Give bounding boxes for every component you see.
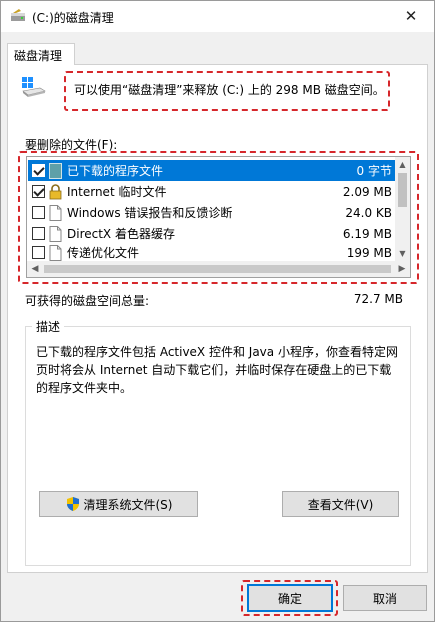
total-space-label: 可获得的磁盘空间总量: [25, 294, 150, 308]
item-checkbox[interactable] [32, 227, 45, 240]
list-item[interactable]: Internet 临时文件 2.09 MB [28, 181, 396, 202]
file-icon [49, 204, 62, 221]
program-folder-icon [49, 162, 62, 179]
description-line: 页时将会从 Internet 自动下载它们，并临时保存在硬盘上的已下载 [36, 363, 392, 377]
file-icon [49, 244, 62, 261]
description-legend: 描述 [32, 318, 65, 335]
scroll-down-icon[interactable]: ▼ [395, 246, 410, 261]
file-icon [49, 225, 62, 242]
item-name: Internet 临时文件 [67, 185, 167, 199]
scroll-right-icon[interactable]: ▶ [394, 261, 410, 277]
description-text: 已下载的程序文件包括 ActiveX 控件和 Java 小程序，你查看特定网 页… [36, 343, 406, 397]
title-bar: (C:)的磁盘清理 ✕ [1, 1, 434, 32]
view-files-label: 查看文件(V) [307, 497, 374, 512]
list-item[interactable]: Windows 错误报告和反馈诊断 24.0 KB [28, 202, 396, 223]
scroll-left-icon[interactable]: ◀ [27, 261, 43, 277]
shield-icon [66, 497, 79, 511]
close-button[interactable]: ✕ [394, 1, 428, 31]
disk-cleanup-window: (C:)的磁盘清理 ✕ 磁盘清理 可以使用“磁盘清理”来释放 (C:) 上的 2… [0, 0, 435, 622]
list-item[interactable]: DirectX 着色器缓存 6.19 MB [28, 223, 396, 244]
description-line: 的程序文件夹中。 [36, 381, 133, 395]
horizontal-scrollbar[interactable]: ◀ ▶ [27, 261, 410, 277]
horizontal-scroll-thumb[interactable] [44, 265, 391, 273]
item-name: 传递优化文件 [67, 246, 140, 260]
drive-icon [22, 77, 46, 97]
files-to-delete-list[interactable]: 已下载的程序文件 0 字节 Internet 临时文件 2.09 MB Wind… [26, 156, 411, 278]
item-size: 0 字节 [356, 164, 392, 178]
vertical-scroll-thumb[interactable] [398, 173, 407, 207]
close-icon: ✕ [404, 7, 418, 25]
list-item[interactable]: 已下载的程序文件 0 字节 [28, 160, 396, 181]
item-checkbox[interactable] [32, 206, 45, 219]
item-name: DirectX 着色器缓存 [67, 227, 175, 241]
item-size: 2.09 MB [342, 184, 392, 199]
item-name: 已下载的程序文件 [67, 164, 164, 178]
scroll-up-icon[interactable]: ▲ [395, 157, 410, 172]
description-line: 已下载的程序文件包括 ActiveX 控件和 Java 小程序，你查看特定网 [36, 345, 398, 359]
vertical-scrollbar[interactable]: ▲ ▼ [395, 157, 410, 261]
item-size: 24.0 KB [345, 205, 392, 220]
item-checkbox[interactable] [32, 246, 45, 259]
free-space-info: 可以使用“磁盘清理”来释放 (C:) 上的 298 MB 磁盘空间。 [74, 83, 385, 97]
item-checkbox[interactable] [32, 185, 45, 198]
cancel-label: 取消 [372, 591, 397, 606]
view-files-button[interactable]: 查看文件(V) [282, 491, 399, 517]
window-title: (C:)的磁盘清理 [32, 11, 114, 25]
item-size: 199 MB [346, 245, 392, 260]
item-size: 6.19 MB [342, 226, 392, 241]
tab-disk-cleanup[interactable]: 磁盘清理 [7, 43, 75, 65]
item-name: Windows 错误报告和反馈诊断 [67, 206, 233, 220]
disk-cleanup-icon [11, 9, 25, 21]
cleanup-system-files-button[interactable]: 清理系统文件(S) [39, 491, 198, 517]
item-checkbox[interactable] [32, 164, 45, 177]
list-item[interactable]: 传递优化文件 199 MB [28, 244, 396, 261]
ok-button[interactable]: 确定 [247, 584, 333, 612]
total-space-value: 72.7 MB [353, 292, 403, 306]
lock-icon [49, 183, 62, 199]
cancel-button[interactable]: 取消 [343, 585, 427, 611]
ok-label: 确定 [277, 591, 302, 606]
cleanup-system-files-label: 清理系统文件(S) [83, 497, 173, 512]
